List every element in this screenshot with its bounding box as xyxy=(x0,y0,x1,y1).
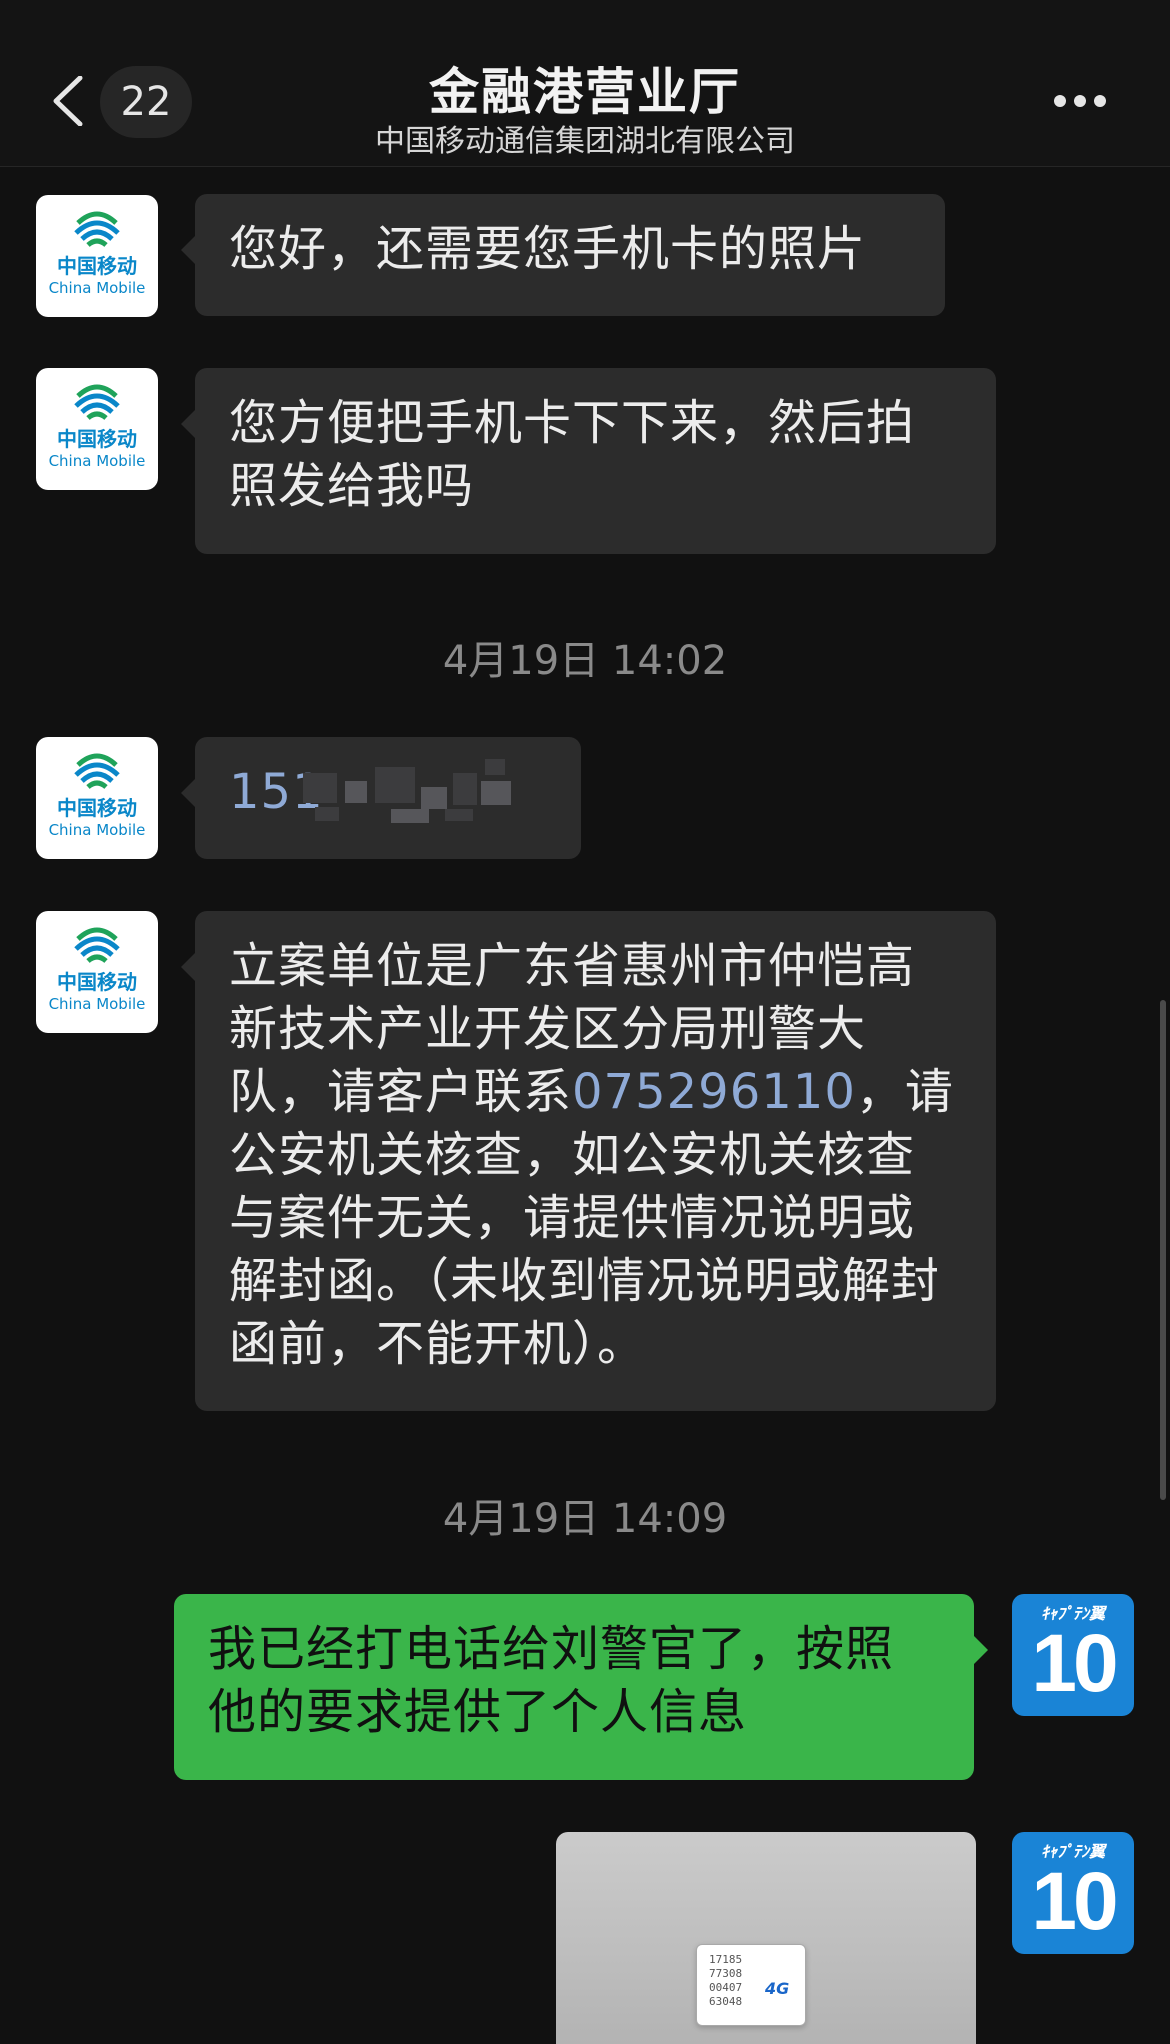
phone-number-link[interactable]: 075296110 xyxy=(572,1064,856,1120)
message-timestamp: 4月19日 14:09 xyxy=(442,1496,728,1542)
message-bubble-outgoing[interactable]: 我已经打电话给刘警官了，按照他的要求提供了个人信息 xyxy=(174,1594,988,1780)
chat-title: 金融港营业厅 xyxy=(429,63,741,121)
contact-avatar[interactable]: 中国移动 China Mobile xyxy=(36,195,158,317)
brand-name-cn: 中国移动 xyxy=(57,427,137,451)
contact-avatar[interactable]: 中国移动 China Mobile xyxy=(36,737,158,859)
avatar-number: 10 xyxy=(1031,1856,1118,1947)
scrollbar[interactable] xyxy=(1160,1000,1166,1500)
sim-card-photo[interactable]: 17185 77308 00407 63048 4G xyxy=(556,1832,976,2044)
message-bubble-incoming[interactable]: 立案单位是广东省惠州市仲恺高新技术产业开发区分局刑警大队，请客户联系075296… xyxy=(181,911,996,1411)
chat-subtitle: 中国移动通信集团湖北有限公司 xyxy=(375,124,795,159)
avatar-number: 10 xyxy=(1031,1618,1118,1709)
sim-card-code: 17185 77308 00407 63048 xyxy=(709,1953,743,2008)
brand-name-cn: 中国移动 xyxy=(57,970,137,994)
sim-card-4g-label: 4G xyxy=(765,1979,790,1998)
china-mobile-logo-icon xyxy=(74,384,120,420)
message-bubble-incoming[interactable]: 151 xyxy=(181,737,581,859)
brand-name-en: China Mobile xyxy=(48,452,146,470)
message-bubble-incoming[interactable]: 您好，还需要您手机卡的照片 xyxy=(181,194,945,316)
message-text: 您方便把手机卡下下来，然后拍照发给我吗 xyxy=(229,395,916,514)
china-mobile-logo-icon xyxy=(74,211,120,247)
sim-card: 17185 77308 00407 63048 4G xyxy=(696,1944,806,2026)
brand-name-en: China Mobile xyxy=(48,279,146,297)
my-avatar[interactable]: ｷｬﾌﾟﾃﾝ翼 10 xyxy=(1012,1832,1134,1954)
more-options-button[interactable] xyxy=(1054,92,1114,112)
my-avatar[interactable]: ｷｬﾌﾟﾃﾝ翼 10 xyxy=(1012,1594,1134,1716)
contact-avatar[interactable]: 中国移动 China Mobile xyxy=(36,368,158,490)
brand-name-en: China Mobile xyxy=(48,995,146,1013)
chat-header: 22 金融港营业厅 中国移动通信集团湖北有限公司 xyxy=(0,0,1170,167)
message-text: 您好，还需要您手机卡的照片 xyxy=(229,221,867,277)
brand-name-cn: 中国移动 xyxy=(57,254,137,278)
message-timestamp: 4月19日 14:02 xyxy=(442,638,728,684)
brand-name-cn: 中国移动 xyxy=(57,796,137,820)
ellipsis-icon xyxy=(1054,92,1114,111)
contact-avatar[interactable]: 中国移动 China Mobile xyxy=(36,911,158,1033)
brand-name-en: China Mobile xyxy=(48,821,146,839)
message-text: 我已经打电话给刘警官了，按照他的要求提供了个人信息 xyxy=(208,1621,895,1740)
china-mobile-logo-icon xyxy=(74,927,120,963)
china-mobile-logo-icon xyxy=(74,753,120,789)
message-bubble-incoming[interactable]: 您方便把手机卡下下来，然后拍照发给我吗 xyxy=(181,368,996,554)
